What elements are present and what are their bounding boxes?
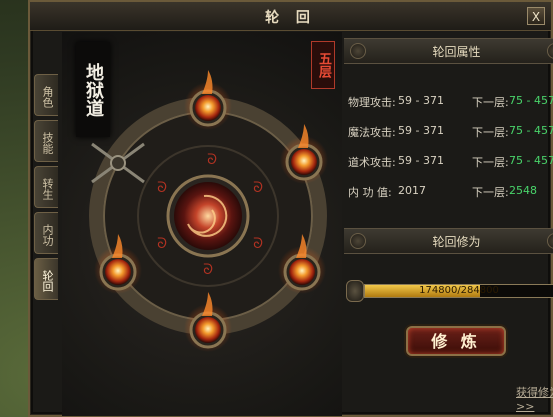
level-badge: 五层 xyxy=(311,41,335,89)
tab-inner-power[interactable]: 内功 xyxy=(34,212,58,254)
core-vortex xyxy=(174,182,242,250)
bar-left-cap xyxy=(346,280,364,302)
stat-value: 2017 xyxy=(398,184,426,197)
rune-upper-right: ᘐ xyxy=(253,180,263,196)
tab-skills[interactable]: 技能 xyxy=(34,120,58,162)
stat-value: 59 - 371 xyxy=(398,124,444,137)
cultivation-header: 轮回修为 xyxy=(344,228,553,254)
tab-character[interactable]: 角色 xyxy=(34,74,58,116)
stat-value: 59 - 371 xyxy=(398,154,444,167)
info-panel: 轮回属性 物理攻击: 59 - 371 下一层: 75 - 457 魔法攻击: … xyxy=(344,32,553,416)
cultivation-title: 轮回修为 xyxy=(432,235,481,249)
progress-text: 174800/284800 xyxy=(419,285,499,296)
train-button[interactable]: 修 炼 xyxy=(406,326,506,356)
rune-bottom: ᘐ xyxy=(203,262,213,278)
soul-orb-top[interactable] xyxy=(184,70,232,130)
stat-label: 魔法攻击: xyxy=(348,126,396,139)
rune-lower-left: ᘐ xyxy=(157,236,167,252)
rune-upper-left: ᘐ xyxy=(157,180,167,196)
reincarnation-window: 轮 回 X ᘐ ᘐ ᘐ ᘐ ᘐ ᘐ 地狱道 五层 轮回属性 物理攻击: 59 -… xyxy=(28,0,553,417)
cultivation-progress-bar: 174800/284800 xyxy=(364,284,553,298)
attributes-title: 轮回属性 xyxy=(432,45,481,59)
title-bar: 轮 回 X xyxy=(30,2,551,31)
stat-row: 内 功 值: 2017 下一层: 2548 xyxy=(348,184,553,200)
stat-label: 内 功 值: xyxy=(348,186,392,199)
side-tabs: 角色 技能 转生 内功 轮回 xyxy=(30,74,58,304)
close-button[interactable]: X xyxy=(527,7,545,25)
tab-reincarnation[interactable]: 轮回 xyxy=(34,258,58,300)
stat-row: 道术攻击: 59 - 371 下一层: 75 - 457 xyxy=(348,154,553,170)
rune-lower-right: ᘐ xyxy=(253,236,263,252)
stat-row: 物理攻击: 59 - 371 下一层: 75 - 457 xyxy=(348,94,553,110)
next-label: 下一层: xyxy=(472,96,509,109)
stat-label: 道术攻击: xyxy=(348,156,396,169)
next-label: 下一层: xyxy=(472,186,509,199)
tab-rebirth[interactable]: 转生 xyxy=(34,166,58,208)
window-title: 轮 回 xyxy=(265,10,316,26)
rune-top: ᘐ xyxy=(207,152,217,168)
stat-value: 59 - 371 xyxy=(398,94,444,107)
wheel-panel: ᘐ ᘐ ᘐ ᘐ ᘐ ᘐ 地狱道 五层 xyxy=(62,32,342,416)
next-label: 下一层: xyxy=(472,126,509,139)
next-value: 75 - 457 xyxy=(509,94,553,107)
stat-row: 魔法攻击: 59 - 371 下一层: 75 - 457 xyxy=(348,124,553,140)
get-cultivation-link[interactable]: 获得修为>> xyxy=(516,384,553,413)
attributes-header: 轮回属性 xyxy=(344,38,553,64)
stat-label: 物理攻击: xyxy=(348,96,396,109)
next-value: 2548 xyxy=(509,184,537,197)
next-label: 下一层: xyxy=(472,156,509,169)
next-value: 75 - 457 xyxy=(509,154,553,167)
game-scene: 轮 回 X ᘐ ᘐ ᘐ ᘐ ᘐ ᘐ 地狱道 五层 轮回属性 物理攻击: 59 -… xyxy=(0,0,553,417)
next-value: 75 - 457 xyxy=(509,124,553,137)
realm-name: 地狱道 xyxy=(76,42,110,137)
